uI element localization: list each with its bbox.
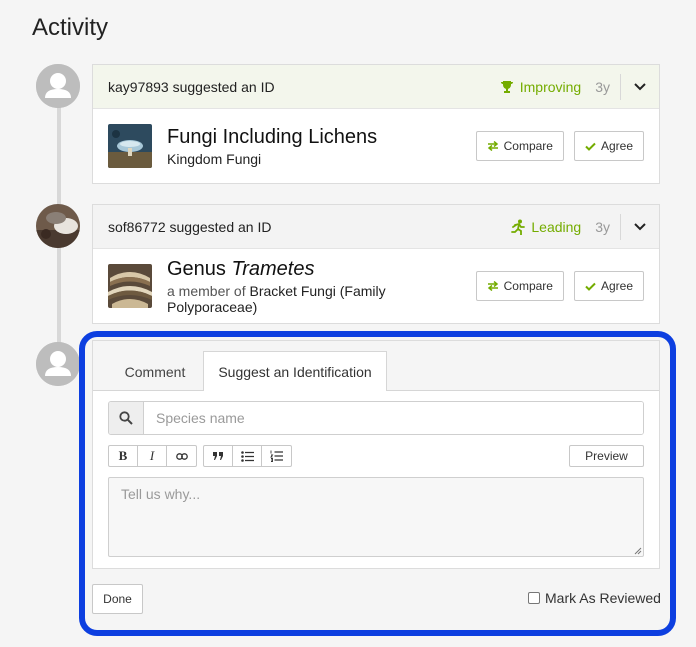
- exchange-icon: [487, 281, 498, 291]
- focus-highlight: [79, 331, 676, 636]
- username-link[interactable]: sof86772: [108, 219, 166, 235]
- identification-author: kay97893 suggested an ID: [108, 79, 275, 95]
- taxon-genus: Trametes: [231, 257, 315, 280]
- agree-label: Agree: [600, 139, 633, 153]
- current-user-avatar: [36, 342, 80, 386]
- status-label: Improving: [519, 78, 582, 95]
- exchange-icon: [487, 141, 498, 151]
- chevron-down-icon[interactable]: [621, 205, 659, 249]
- user-photo: [36, 204, 80, 248]
- taxon-name[interactable]: Genus Trametes: [167, 258, 476, 281]
- taxon-photo[interactable]: [108, 264, 152, 308]
- taxon-name[interactable]: Fungi Including Lichens: [167, 126, 377, 149]
- identification-body: Genus Trametes a member of Bracket Fungi…: [93, 249, 659, 323]
- compare-label: Compare: [503, 279, 553, 293]
- action-text: suggested an ID: [168, 78, 275, 95]
- compare-label: Compare: [503, 139, 553, 153]
- status-badge: Leading: [511, 219, 581, 235]
- identification-author: sof86772 suggested an ID: [108, 219, 271, 235]
- taxon-parent-prefix: a member of: [167, 282, 250, 299]
- check-icon: [585, 282, 596, 291]
- username-link[interactable]: kay97893: [108, 79, 169, 95]
- default-user-icon: [36, 64, 80, 108]
- identification-card: sof86772 suggested an ID Leading 3y Genu…: [92, 204, 660, 324]
- taxon-parent: a member of Bracket Fungi (Family Polypo…: [167, 283, 476, 315]
- agree-button[interactable]: Agree: [573, 271, 644, 301]
- taxon-photo[interactable]: [108, 124, 152, 168]
- identification-age: 3y: [595, 218, 610, 235]
- taxon-rank: Kingdom Fungi: [167, 150, 262, 167]
- identification-card: kay97893 suggested an ID Improving 3y Fu…: [92, 64, 660, 184]
- identification-age: 3y: [595, 78, 610, 95]
- chevron-down-icon[interactable]: [621, 65, 659, 109]
- avatar-kay97893[interactable]: [36, 64, 80, 108]
- identification-body: Fungi Including Lichens Kingdom Fungi Co…: [93, 109, 659, 183]
- identification-header: kay97893 suggested an ID Improving 3y: [93, 65, 659, 109]
- status-badge: Improving: [500, 79, 581, 95]
- identification-header: sof86772 suggested an ID Leading 3y: [93, 205, 659, 249]
- agree-button[interactable]: Agree: [573, 131, 644, 161]
- compare-button[interactable]: Compare: [475, 271, 564, 301]
- taxon-rank-prefix: Genus: [167, 257, 232, 280]
- trophy-icon: [500, 80, 513, 93]
- avatar-sof86772[interactable]: [36, 204, 80, 248]
- action-text: suggested an ID: [165, 218, 272, 235]
- default-user-icon: [36, 342, 80, 386]
- status-label: Leading: [531, 218, 582, 235]
- agree-label: Agree: [600, 279, 633, 293]
- compare-button[interactable]: Compare: [475, 131, 564, 161]
- page-title: Activity: [32, 14, 109, 41]
- check-icon: [585, 142, 596, 151]
- leading-runner-icon: [511, 219, 526, 235]
